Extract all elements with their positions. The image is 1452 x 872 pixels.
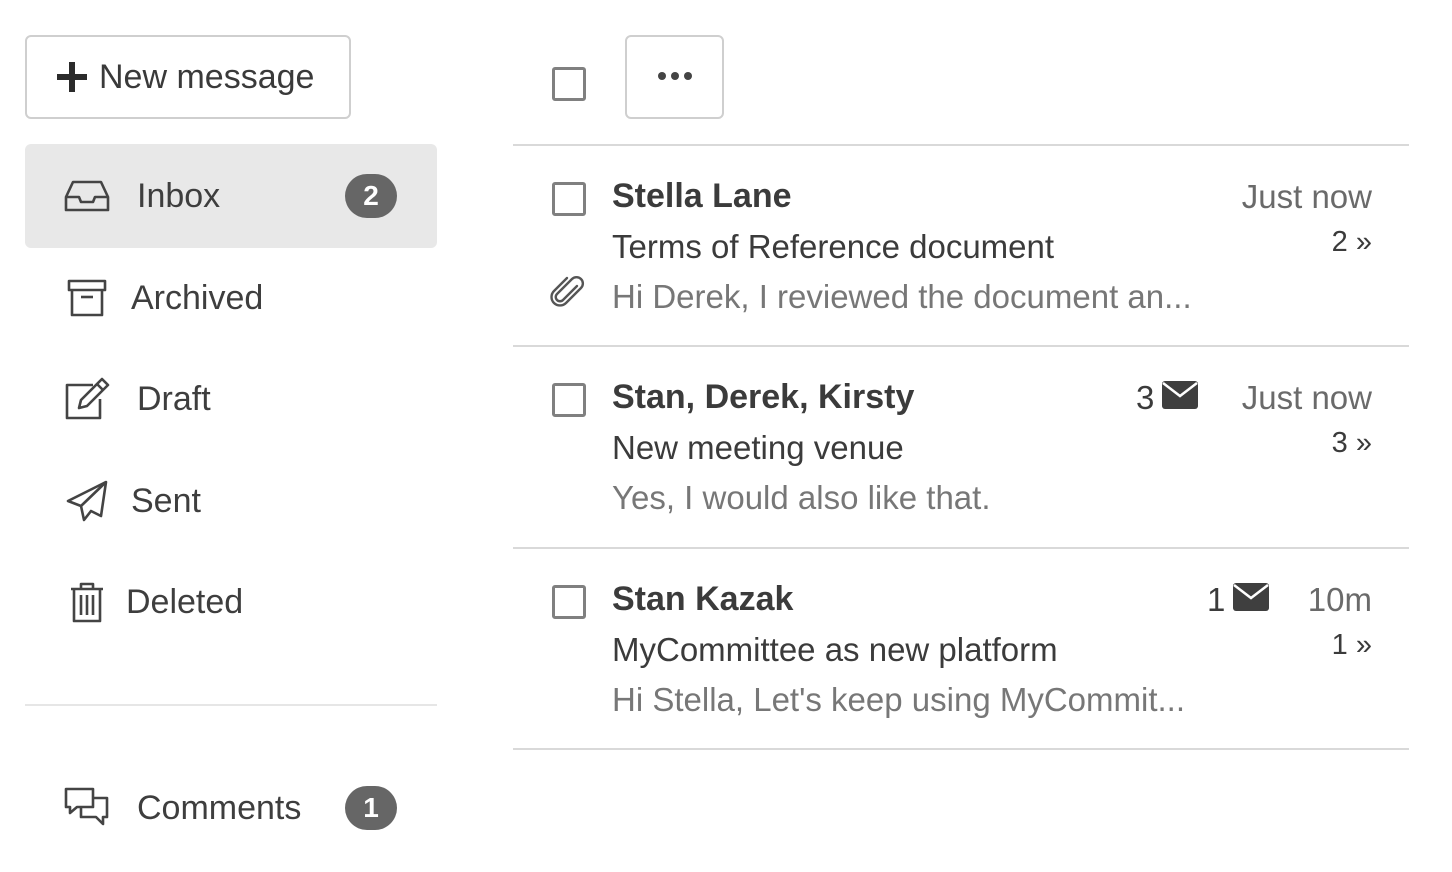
message-checkbox[interactable] (552, 383, 586, 417)
sidebar-item-label: Inbox (137, 176, 221, 215)
new-message-label: New message (99, 57, 315, 96)
inbox-icon (63, 172, 111, 220)
message-time: 10m (1307, 581, 1372, 618)
unread-count: 1 (1207, 581, 1270, 619)
plus-icon (55, 60, 89, 94)
message-sender: Stella Lane (612, 177, 792, 215)
select-all-checkbox[interactable] (552, 67, 586, 101)
message-checkbox[interactable] (552, 182, 586, 216)
message-time: Just now (1241, 178, 1372, 215)
unread-count: 3 (1136, 379, 1199, 417)
trash-icon (63, 578, 111, 626)
thread-count-link[interactable]: 2 » (1332, 226, 1372, 259)
message-checkbox[interactable] (552, 585, 586, 619)
sidebar-item-label: Sent (131, 481, 201, 520)
new-message-button[interactable]: New message (25, 35, 351, 119)
unread-badge: 2 (345, 174, 397, 218)
unread-count-value: 1 (1207, 581, 1226, 618)
sidebar-item-sent[interactable]: Sent (25, 449, 437, 553)
message-subject: MyCommittee as new platform (612, 631, 1058, 668)
message-sender: Stan, Derek, Kirsty (612, 378, 915, 416)
message-row[interactable]: Stella Lane Just now Terms of Reference … (513, 146, 1409, 346)
comments-icon (63, 784, 111, 832)
message-row[interactable]: Stan Kazak 1 10m MyCommittee as new plat… (513, 549, 1409, 749)
message-subject: Terms of Reference document (612, 228, 1055, 265)
comments-badge: 1 (345, 786, 397, 830)
sidebar-item-comments[interactable]: Comments 1 (25, 756, 437, 860)
sidebar-item-label: Draft (137, 379, 211, 418)
sidebar-item-label: Deleted (126, 582, 244, 621)
ellipsis-icon (657, 68, 693, 86)
envelope-icon (1162, 379, 1199, 417)
message-time: Just now (1241, 379, 1372, 416)
message-preview: Hi Derek, I reviewed the document an... (612, 278, 1192, 315)
message-sender: Stan Kazak (612, 580, 794, 618)
sidebar-item-deleted[interactable]: Deleted (25, 550, 437, 654)
sidebar-item-archived[interactable]: Archived (25, 246, 437, 350)
thread-count-link[interactable]: 3 » (1332, 427, 1372, 460)
unread-count-value: 3 (1136, 379, 1155, 416)
paperclip-icon (550, 274, 586, 310)
archive-icon (63, 274, 111, 322)
sidebar-item-draft[interactable]: Draft (25, 347, 437, 451)
message-subject: New meeting venue (612, 429, 904, 466)
message-preview: Yes, I would also like that. (612, 479, 991, 516)
sidebar-item-label: Comments (137, 788, 302, 827)
mail-app: New message Inbox 2 Archived Draft Sent … (0, 0, 1452, 872)
message-row[interactable]: Stan, Derek, Kirsty 3 Just now New meeti… (513, 347, 1409, 547)
send-icon (63, 477, 111, 525)
envelope-icon (1233, 581, 1270, 619)
message-preview: Hi Stella, Let's keep using MyCommit... (612, 681, 1186, 718)
divider (513, 748, 1409, 750)
thread-count-link[interactable]: 1 » (1332, 629, 1372, 662)
sidebar-item-inbox[interactable]: Inbox 2 (25, 144, 437, 248)
sidebar-item-label: Archived (131, 278, 264, 317)
sidebar-divider (25, 704, 437, 706)
more-actions-button[interactable] (625, 35, 724, 119)
edit-icon (63, 375, 111, 423)
